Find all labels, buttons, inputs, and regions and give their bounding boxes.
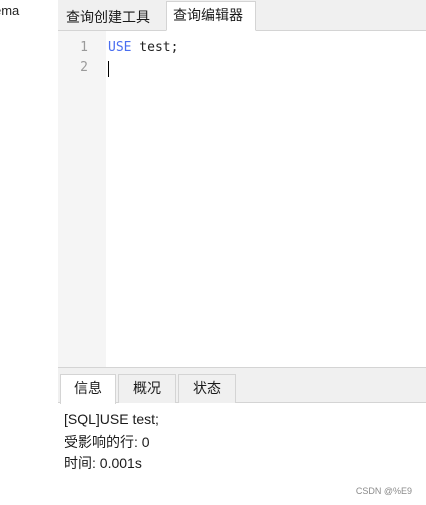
text-cursor — [108, 61, 109, 77]
line-number-gutter: 1 2 — [58, 31, 106, 367]
sql-text: test; — [131, 40, 179, 55]
watermark: CSDN @%E9 — [355, 486, 412, 496]
result-panel: 信息 概况 状态 [SQL]USE test; 受影响的行: 0 时间: 0.0… — [58, 367, 426, 505]
sql-editor[interactable]: 1 2 USE test; — [58, 31, 426, 367]
message-sql: [SQL]USE test; — [64, 411, 159, 427]
sql-keyword: USE — [108, 40, 132, 55]
line-number: 2 — [80, 60, 88, 75]
tab-query-builder[interactable]: 查询创建工具 — [60, 4, 166, 30]
result-tab-bar: 信息 概况 状态 — [58, 367, 426, 404]
app-window: ema 查询创建工具 查询编辑器 1 2 USE test; 信息 概况 状态 … — [0, 0, 426, 505]
tab-status[interactable]: 状态 — [178, 374, 236, 403]
query-panel: 查询创建工具 查询编辑器 1 2 USE test; 信息 概况 状态 [SQL… — [58, 0, 426, 505]
tab-query-editor[interactable]: 查询编辑器 — [166, 1, 256, 31]
sidebar-clipped-item[interactable]: ema — [0, 3, 19, 18]
message-time: 时间: 0.001s — [64, 455, 142, 471]
line-number: 1 — [80, 40, 88, 55]
message-affected-rows: 受影响的行: 0 — [64, 434, 150, 450]
tab-info[interactable]: 信息 — [60, 374, 116, 404]
object-tree-panel: ema — [0, 0, 58, 505]
query-tab-bar: 查询创建工具 查询编辑器 — [58, 0, 426, 31]
code-line[interactable]: USE test; — [108, 40, 178, 55]
tab-overview[interactable]: 概况 — [118, 374, 176, 403]
